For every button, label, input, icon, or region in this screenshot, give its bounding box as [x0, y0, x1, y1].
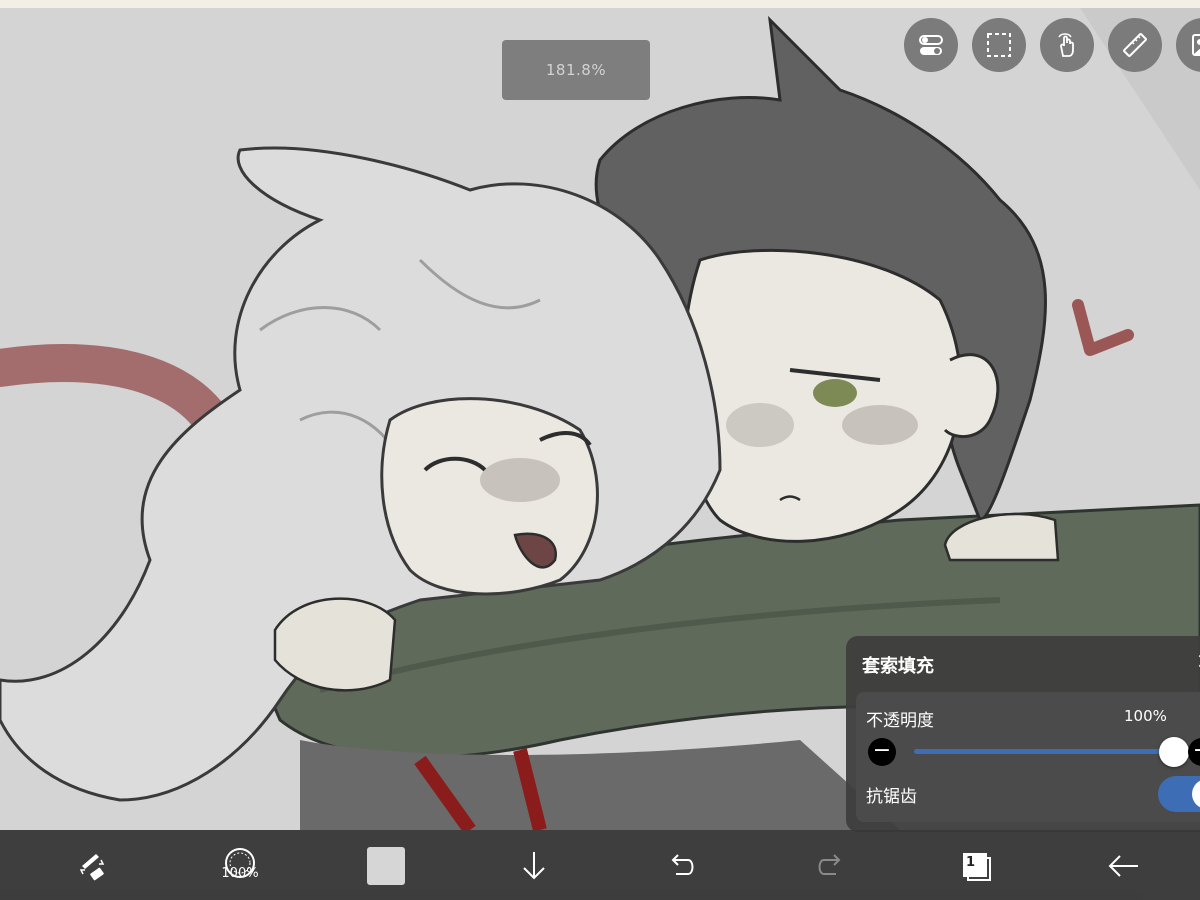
layer-count: 1 [966, 855, 976, 870]
brush-eraser-swap-icon [79, 854, 105, 881]
brush-eraser-swap-button[interactable] [68, 842, 116, 890]
opacity-decrease-button[interactable]: − [868, 738, 896, 766]
antialias-toggle[interactable] [1158, 776, 1200, 812]
toggle-tools-button[interactable] [904, 18, 958, 72]
back-button[interactable] [1100, 842, 1148, 890]
antialias-toggle-knob [1192, 779, 1200, 809]
material-icon [1192, 34, 1200, 56]
download-icon [523, 852, 545, 880]
touch-gesture-icon [1058, 33, 1074, 57]
opacity-increase-button[interactable]: + [1188, 738, 1200, 766]
redo-icon [818, 854, 841, 875]
touch-gesture-button[interactable] [1040, 18, 1094, 72]
panel-close-icon[interactable]: ✕ [1196, 650, 1200, 675]
opacity-slider-fill [914, 749, 1174, 754]
ruler-button[interactable] [1108, 18, 1162, 72]
layers-icon [963, 853, 991, 881]
zoom-level-badge: 181.8% [502, 40, 650, 100]
undo-icon [671, 854, 694, 875]
opacity-slider[interactable] [914, 749, 1174, 754]
selection-button[interactable] [972, 18, 1026, 72]
toggle-tools-icon [919, 35, 943, 55]
color-swatch [367, 847, 405, 885]
redo-button[interactable] [806, 842, 854, 890]
brush-size-button[interactable]: 100% [216, 842, 264, 890]
bottom-toolbar: 100% 1 [0, 830, 1200, 900]
ruler-icon [1123, 33, 1147, 57]
panel-settings: 不透明度 100% − + 抗锯齿 [856, 692, 1200, 822]
opacity-value: 100% [1124, 707, 1167, 725]
panel-title: 套索填充 [862, 656, 934, 677]
selection-icon [987, 33, 1011, 57]
back-arrow-icon [1108, 855, 1138, 877]
opacity-slider-thumb[interactable] [1159, 737, 1189, 767]
antialias-label: 抗锯齿 [866, 787, 917, 807]
undo-button[interactable] [658, 842, 706, 890]
opacity-label: 不透明度 [866, 711, 934, 731]
lasso-fill-panel: 套索填充 ✕ 不透明度 100% − + 抗锯齿 [846, 636, 1200, 832]
brush-size-label: 100% [221, 866, 259, 881]
color-swatch-button[interactable] [362, 842, 410, 890]
download-button[interactable] [510, 842, 558, 890]
layers-button[interactable]: 1 [952, 842, 1000, 890]
